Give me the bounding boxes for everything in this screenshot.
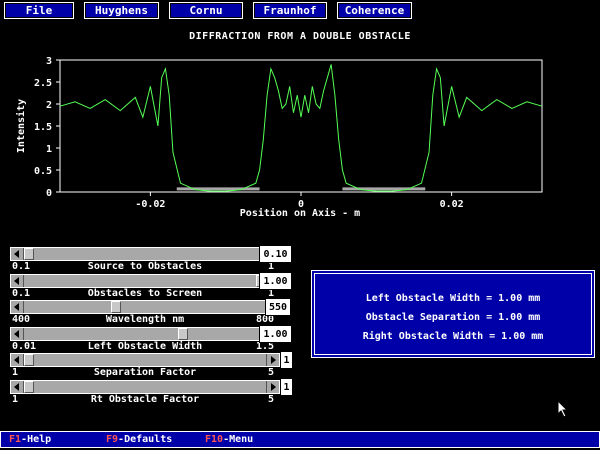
slider-value-field[interactable]: 1.00 [259, 325, 292, 343]
mouse-cursor-icon [557, 400, 569, 418]
slider-thumb[interactable] [24, 248, 34, 260]
chart-title: DIFFRACTION FROM A DOUBLE OBSTACLE [189, 31, 411, 42]
separation-readout: Obstacle Separation = 1.00 mm [365, 312, 541, 323]
slider-label-row: Source to Obstacles 0.1 1 [10, 261, 280, 273]
x-axis-label: Position on Axis - m [240, 207, 360, 219]
slider-right-arrow-icon[interactable] [266, 354, 279, 366]
slider-name-label: Rt Obstacle Factor [90, 394, 200, 405]
slider-track[interactable] [10, 300, 280, 314]
slider-name-label: Obstacles to Screen [87, 288, 203, 299]
y-tick-label: 0.5 [34, 166, 52, 177]
slider-label-row: Separation Factor 1 5 [10, 367, 280, 379]
slider-left-arrow-icon[interactable] [11, 354, 24, 366]
slider-label-row: Left Obstacle Width 0.01 1.5 [10, 341, 280, 353]
slider-value-field[interactable]: 1.00 [259, 272, 292, 290]
slider-label-row: Rt Obstacle Factor 1 5 [10, 394, 280, 406]
y-axis-label: Intensity [15, 99, 27, 153]
y-tick-label: 2 [46, 100, 52, 111]
x-tick-label: 0.02 [440, 199, 464, 210]
right-width-readout: Right Obstacle Width = 1.00 mm [362, 331, 544, 342]
obstacle-info-panel: Left Obstacle Width = 1.00 mm Obstacle S… [311, 270, 595, 358]
y-tick-label: 2.5 [34, 78, 52, 89]
slider-min-label: 1 [12, 394, 19, 405]
slider-thumb[interactable] [111, 301, 121, 313]
help-shortcut[interactable]: F1-Help [9, 432, 51, 447]
slider-name-label: Wavelength nm [105, 314, 185, 325]
defaults-shortcut[interactable]: F9-Defaults [106, 432, 172, 447]
slider-left-arrow-icon[interactable] [11, 328, 24, 340]
slider-min-label: 0.01 [12, 341, 37, 352]
slider-max-label: 5 [267, 394, 274, 405]
slider-name-label: Separation Factor [93, 367, 197, 378]
slider-min-label: 0.1 [12, 288, 31, 299]
intensity-curve [59, 64, 543, 192]
menu-file[interactable]: File [4, 2, 74, 19]
slider-thumb[interactable] [24, 354, 34, 366]
menu-cornu[interactable]: Cornu [169, 2, 243, 19]
slider-track[interactable] [10, 274, 280, 288]
slider-track[interactable] [10, 247, 280, 261]
slider-name-label: Source to Obstacles [87, 261, 203, 272]
menu-shortcut[interactable]: F10-Menu [205, 432, 253, 447]
slider-thumb[interactable] [24, 381, 34, 393]
slider-name-label: Left Obstacle Width [87, 341, 203, 352]
intensity-chart: 00.511.522.53 -0.02 0 0.02 Intensity Posit… [15, 56, 543, 219]
left-width-readout: Left Obstacle Width = 1.00 mm [365, 293, 541, 304]
y-tick-label: 1 [46, 144, 52, 155]
slider-label-row: Wavelength nm 400 800 [10, 314, 280, 326]
menu-bar: File Huyghens Cornu Fraunhof Coherence [0, 0, 600, 22]
slider-min-label: 400 [12, 314, 31, 325]
x-tick-label: -0.02 [135, 199, 165, 210]
slider-value-field[interactable]: 550 [265, 298, 291, 316]
slider-left-arrow-icon[interactable] [11, 248, 24, 260]
y-tick-label: 3 [46, 56, 52, 67]
slider-value-field[interactable]: 1 [280, 378, 293, 396]
slider-thumb[interactable] [178, 328, 189, 340]
slider-max-label: 5 [267, 367, 274, 378]
y-tick-label: 0 [46, 188, 52, 199]
plot-frame [59, 59, 543, 193]
slider-left-arrow-icon[interactable] [11, 381, 24, 393]
slider-track[interactable] [10, 353, 280, 367]
y-tick-label: 1.5 [34, 122, 52, 133]
slider-value-field[interactable]: 1 [280, 351, 293, 369]
slider-track[interactable] [10, 380, 280, 394]
slider-label-row: Obstacles to Screen 0.1 1 [10, 288, 280, 300]
slider-min-label: 0.1 [12, 261, 31, 272]
slider-value-field[interactable]: 0.10 [259, 245, 292, 263]
menu-huyghens[interactable]: Huyghens [84, 2, 159, 19]
slider-right-arrow-icon[interactable] [266, 381, 279, 393]
slider-left-arrow-icon[interactable] [11, 275, 24, 287]
menu-fraunhof[interactable]: Fraunhof [253, 2, 327, 19]
menu-coherence[interactable]: Coherence [337, 2, 412, 19]
slider-track[interactable] [10, 327, 280, 341]
slider-left-arrow-icon[interactable] [11, 301, 24, 313]
slider-min-label: 1 [12, 367, 19, 378]
status-bar: F1-Help F9-Defaults F10-Menu [0, 431, 600, 448]
